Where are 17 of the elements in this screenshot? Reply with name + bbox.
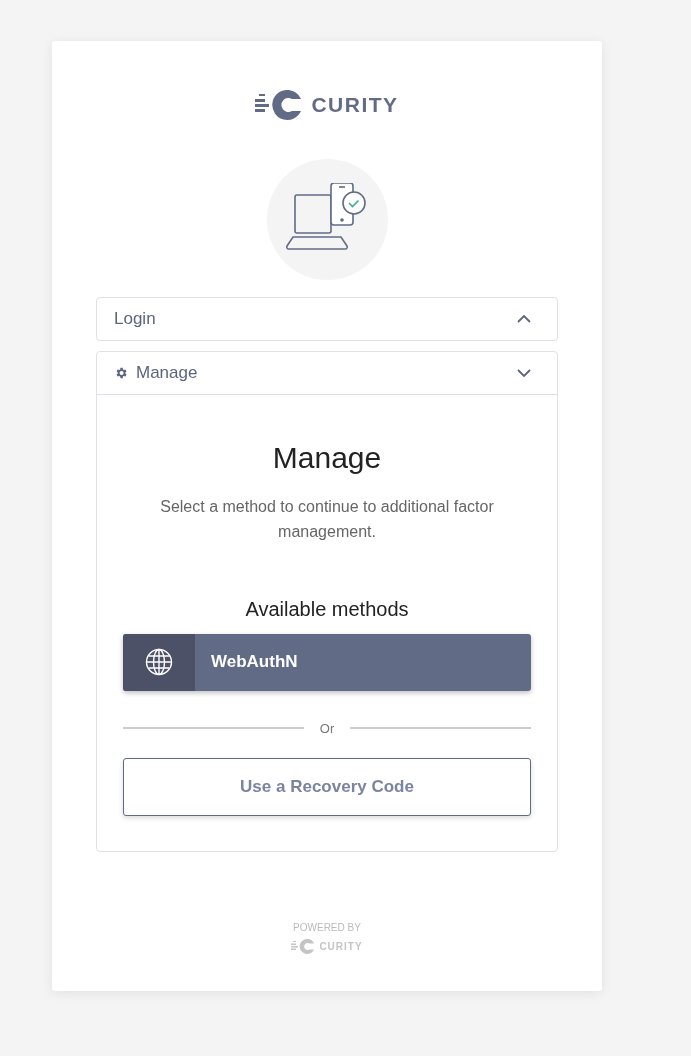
chevron-up-icon — [517, 314, 531, 323]
powered-by-text: POWERED BY — [292, 921, 362, 935]
logo-icon — [291, 939, 316, 954]
accordion-header[interactable]: Manage — [97, 351, 557, 394]
method-button[interactable]: WebAuthN — [123, 633, 531, 691]
description-text: Select a method to continue to additional factor management. — [159, 496, 495, 542]
logo-text: CURITY — [311, 92, 399, 118]
chevron-down-icon — [517, 368, 531, 377]
accordion-header[interactable]: Login — [97, 297, 557, 340]
settings-icon — [114, 365, 128, 380]
logo-icon — [255, 89, 304, 120]
separator-text: Or — [318, 719, 336, 738]
globe-icon — [145, 648, 173, 676]
methods-heading: Available methods — [244, 596, 410, 622]
footer-logo-text: CURITY — [319, 940, 363, 954]
recovery-code-button[interactable]: Use a Recovery Code — [123, 758, 531, 816]
section-title: Manage — [271, 439, 383, 476]
